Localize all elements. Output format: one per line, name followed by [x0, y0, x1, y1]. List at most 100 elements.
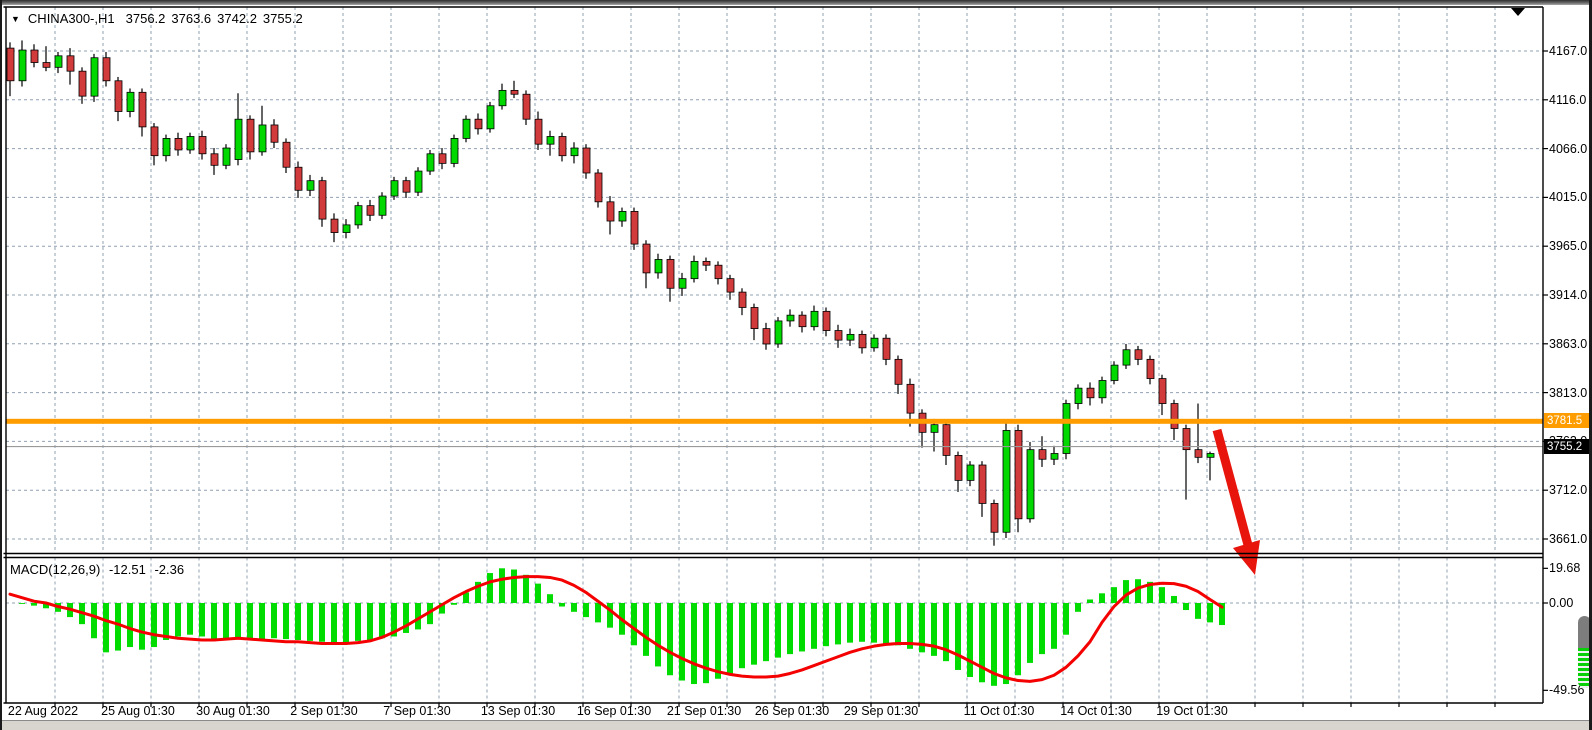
candle-body	[271, 125, 278, 142]
candle-body	[895, 359, 902, 384]
time-axis-label: 21 Sep 01:30	[667, 704, 741, 718]
candle-body	[1099, 380, 1106, 397]
macd-bar	[1171, 596, 1177, 603]
candle-body	[1075, 388, 1082, 403]
candle-body	[883, 338, 890, 359]
candle-body	[187, 136, 194, 149]
macd-bar	[895, 603, 901, 645]
macd-bar	[487, 573, 493, 603]
candle-body	[811, 311, 818, 326]
macd-bar	[571, 603, 577, 612]
price-axis-label: 4167.0	[1549, 44, 1587, 58]
macd-bar	[979, 603, 985, 682]
candle-body	[775, 321, 782, 344]
scroll-indicator[interactable]	[1578, 616, 1591, 688]
macd-bar	[151, 603, 157, 647]
candle-body	[355, 206, 362, 225]
candle-body	[247, 119, 254, 152]
window-bottom-edge	[2, 720, 1589, 730]
candle-body	[691, 261, 698, 278]
candle-body	[955, 455, 962, 480]
macd-bar	[643, 603, 649, 656]
candle-body	[103, 58, 110, 81]
bid-price-badge: 3755.2	[1544, 439, 1592, 454]
candle-body	[151, 127, 158, 156]
candle-body	[19, 50, 26, 81]
candle-body	[787, 315, 794, 321]
candle-body	[403, 181, 410, 193]
ohlc-high: 3763.6	[171, 11, 211, 26]
candle-body	[115, 81, 122, 112]
chart-window: ▼ CHINA300-,H1 3756.2 3763.6 3742.2 3755…	[0, 0, 1592, 730]
horizontal-line-object[interactable]	[6, 419, 1543, 424]
macd-bar	[775, 603, 781, 658]
macd-bar	[1075, 603, 1081, 612]
candle-body	[631, 211, 638, 244]
candle-body	[127, 92, 134, 111]
macd-bar	[343, 603, 349, 643]
candle-body	[571, 148, 578, 156]
candle-body	[967, 465, 974, 480]
candle-body	[583, 148, 590, 173]
macd-bar	[199, 603, 205, 636]
macd-bar	[1207, 603, 1213, 622]
candle-body	[487, 106, 494, 129]
macd-histogram	[19, 568, 1225, 686]
candle-body	[1195, 450, 1202, 458]
macd-bar	[1039, 603, 1045, 654]
candle-body	[1027, 450, 1034, 519]
macd-bar	[691, 603, 697, 684]
macd-bar	[1159, 587, 1165, 603]
time-axis-label: 19 Oct 01:30	[1156, 704, 1228, 718]
candle-body	[7, 48, 14, 81]
macd-indicator-label: MACD(12,26,9) -12.51 -2.36	[10, 562, 189, 577]
candle-body	[343, 225, 350, 233]
candle-body	[847, 334, 854, 340]
macd-bar	[811, 603, 817, 649]
macd-bar	[331, 603, 337, 644]
macd-bar	[859, 603, 865, 642]
macd-bar	[907, 603, 913, 649]
candle-body	[1159, 379, 1166, 404]
macd-bar	[715, 603, 721, 679]
macd-bar	[1051, 603, 1057, 649]
symbol-dropdown-icon[interactable]: ▼	[11, 14, 20, 24]
time-axis-label: 29 Sep 01:30	[844, 704, 918, 718]
macd-bar	[547, 594, 553, 603]
candle-body	[43, 63, 50, 68]
candle-body	[823, 311, 830, 330]
chart-title: ▼ CHINA300-,H1 3756.2 3763.6 3742.2 3755…	[11, 11, 303, 26]
time-axis-label: 2 Sep 01:30	[290, 704, 357, 718]
time-axis-label: 14 Oct 01:30	[1060, 704, 1132, 718]
macd-bar	[103, 603, 109, 652]
candle-body	[595, 173, 602, 202]
candle-body	[655, 259, 662, 272]
time-axis-label: 16 Sep 01:30	[577, 704, 651, 718]
scroll-indicator-stripes	[1578, 648, 1591, 688]
candle-body	[163, 138, 170, 155]
candle-body	[31, 50, 38, 62]
candle-body	[211, 154, 218, 166]
candle-body	[55, 56, 62, 68]
macd-bar	[559, 603, 565, 607]
chart-shift-marker[interactable]	[1511, 8, 1525, 16]
macd-signal-value: -2.36	[154, 562, 184, 577]
macd-bar	[583, 603, 589, 617]
macd-bar	[835, 603, 841, 644]
candle-body	[79, 71, 86, 96]
candle-body	[307, 181, 314, 191]
chart-canvas[interactable]	[2, 0, 1592, 730]
candle-body	[667, 259, 674, 288]
macd-value: -12.51	[109, 562, 146, 577]
candle-body	[991, 503, 998, 532]
candle-body	[415, 171, 422, 192]
price-axis-label: 4116.0	[1549, 93, 1586, 107]
macd-bar	[871, 603, 877, 643]
price-axis-label: 3813.0	[1549, 386, 1587, 400]
candle-body	[607, 202, 614, 221]
candle-body	[763, 329, 770, 344]
candle-body	[535, 119, 542, 144]
macd-bar	[1111, 587, 1117, 603]
macd-bar	[187, 603, 193, 635]
candle-body	[379, 196, 386, 215]
